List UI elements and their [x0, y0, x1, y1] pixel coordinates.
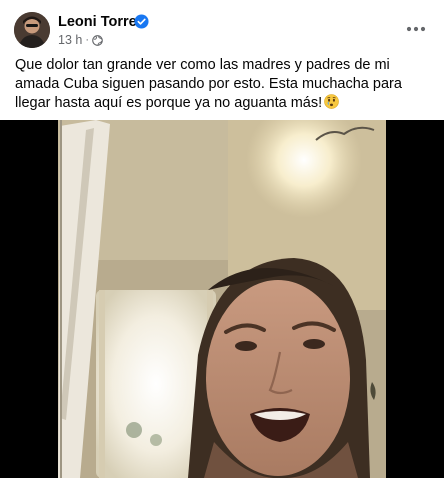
post-meta: 13 h ·	[58, 33, 103, 47]
post-text: Que dolor tan grande ver como las madres…	[15, 56, 431, 113]
author-avatar[interactable]	[14, 12, 50, 48]
meta-separator: ·	[85, 34, 90, 46]
globe-icon[interactable]	[92, 34, 103, 46]
facebook-post-card: Leoni Torres 13 h · Que dolor tan grande…	[0, 0, 444, 478]
post-timestamp[interactable]: 13 h	[58, 33, 82, 47]
video-player[interactable]	[0, 120, 444, 478]
crying-face-emoji	[324, 94, 339, 109]
author-name[interactable]: Leoni Torres	[58, 14, 145, 30]
post-body: Que dolor tan grande ver como las madres…	[15, 57, 402, 111]
more-options-icon[interactable]	[402, 18, 430, 40]
video-frame	[58, 120, 386, 478]
verified-badge-icon	[134, 14, 149, 29]
post-header: Leoni Torres 13 h ·	[12, 11, 432, 51]
